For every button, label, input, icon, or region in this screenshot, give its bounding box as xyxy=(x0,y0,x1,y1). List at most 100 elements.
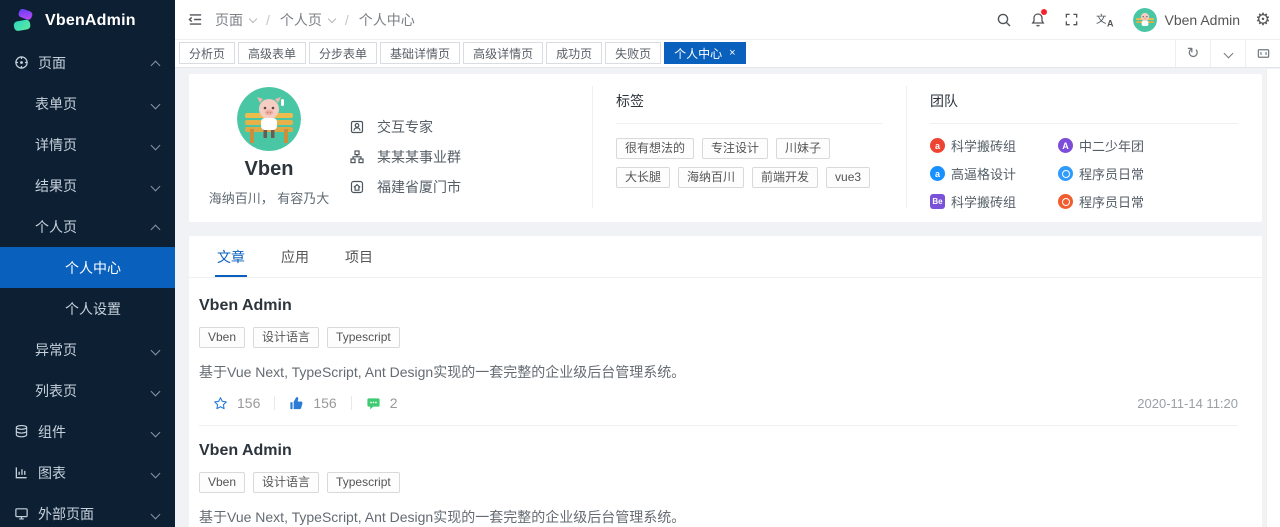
pages-icon xyxy=(14,55,29,70)
tab-success-page[interactable]: 成功页 xyxy=(546,42,603,64)
sidebar-item-external-pages[interactable]: 外部页面 xyxy=(0,493,175,527)
chevron-down-icon xyxy=(248,14,258,23)
tag-chip[interactable]: 大长腿 xyxy=(616,167,671,188)
tab-label: 失败页 xyxy=(615,46,652,61)
tab-step-form[interactable]: 分步表单 xyxy=(309,42,378,64)
comment-stat[interactable]: 2 xyxy=(366,395,398,411)
team-item[interactable]: a 高逼格设计 xyxy=(930,164,1058,183)
tag-chip[interactable]: 川妹子 xyxy=(776,138,831,159)
star-stat[interactable]: 156 xyxy=(213,395,260,411)
sidebar-item-personal-center[interactable]: 个人中心 xyxy=(0,247,175,288)
profile-detail-row: 交互专家 xyxy=(349,112,461,142)
team-item[interactable]: A 中二少年团 xyxy=(1058,136,1238,155)
team-badge-icon: A xyxy=(1058,138,1073,153)
tab-label: 基础详情页 xyxy=(390,46,451,61)
app-title: VbenAdmin xyxy=(45,12,136,29)
article-item: Vben Admin Vben 设计语言 Typescript 基于Vue Ne… xyxy=(189,278,1262,426)
user-menu[interactable]: Vben Admin xyxy=(1123,7,1247,32)
main-area: 页面 个人页 个人中心 xyxy=(175,0,1280,527)
search-button[interactable] xyxy=(987,0,1021,40)
sidebar-item-personal-page[interactable]: 个人页 xyxy=(0,206,175,247)
tab-advanced-detail[interactable]: 高级详情页 xyxy=(463,42,544,64)
tab-articles[interactable]: 文章 xyxy=(215,236,247,277)
content-scrollbar[interactable] xyxy=(1266,69,1280,527)
team-item[interactable]: a 科学搬砖组 xyxy=(930,136,1058,155)
vben-logo-icon xyxy=(12,8,37,34)
article-title[interactable]: Vben Admin xyxy=(199,426,1238,460)
sidebar-item-exception-page[interactable]: 异常页 xyxy=(0,329,175,370)
teams-panel-title: 团队 xyxy=(930,91,1238,124)
breadcrumb-separator xyxy=(345,12,349,28)
chevron-down-icon xyxy=(150,509,161,520)
tag-chip[interactable]: Vben xyxy=(199,472,246,493)
refresh-tab-button[interactable]: ↻ xyxy=(1175,40,1210,67)
content-fullscreen-button[interactable] xyxy=(1245,40,1280,67)
article-description: 基于Vue Next, TypeScript, Ant Design实现的一套完… xyxy=(199,364,686,380)
tag-chip[interactable]: vue3 xyxy=(826,167,871,188)
sidebar-item-detail-page[interactable]: 详情页 xyxy=(0,124,175,165)
sidebar-item-personal-settings[interactable]: 个人设置 xyxy=(0,288,175,329)
tab-label: 成功页 xyxy=(556,46,593,61)
team-name: 程序员日常 xyxy=(1079,195,1145,210)
sidebar-item-label: 详情页 xyxy=(35,136,77,153)
tab-basic-detail[interactable]: 基础详情页 xyxy=(380,42,461,64)
breadcrumb-label: 页面 xyxy=(215,11,243,28)
article-tags: Vben 设计语言 Typescript xyxy=(199,327,1238,348)
sidebar-item-form-page[interactable]: 表单页 xyxy=(0,83,175,124)
sidebar-fold-button[interactable] xyxy=(175,0,215,40)
tab-close-icon[interactable] xyxy=(729,47,735,59)
sidebar-item-result-page[interactable]: 结果页 xyxy=(0,165,175,206)
breadcrumb-item-pages[interactable]: 页面 xyxy=(215,10,266,30)
chevron-down-icon xyxy=(150,427,161,438)
notifications-button[interactable] xyxy=(1021,0,1055,40)
team-name: 科学搬砖组 xyxy=(951,139,1017,154)
fullscreen-button[interactable] xyxy=(1055,0,1089,40)
sidebar-item-components[interactable]: 组件 xyxy=(0,411,175,452)
tag-chip[interactable]: 很有想法的 xyxy=(616,138,695,159)
like-stat[interactable]: 156 xyxy=(289,395,337,411)
tag-chip[interactable]: Vben xyxy=(199,327,246,348)
tag-chip[interactable]: Typescript xyxy=(327,472,400,493)
refresh-icon: ↻ xyxy=(1186,45,1200,62)
gear-icon: ⚙ xyxy=(1255,10,1271,29)
article-title[interactable]: Vben Admin xyxy=(199,278,1238,315)
teams-panel: 团队 a 科学搬砖组 A 中二少年团 a 高逼格设计 程序员日常 Be 科学搬砖… xyxy=(906,74,1262,222)
team-item[interactable]: 程序员日常 xyxy=(1058,192,1238,211)
tag-chip[interactable]: 设计语言 xyxy=(253,472,320,493)
team-item[interactable]: Be 科学搬砖组 xyxy=(930,192,1058,211)
breadcrumb-label: 个人页 xyxy=(279,11,322,28)
tags-list: 很有想法的 专注设计 川妹子 大长腿 海纳百川 前端开发 vue3 xyxy=(616,138,882,188)
search-icon xyxy=(996,12,1012,28)
team-item[interactable]: 程序员日常 xyxy=(1058,164,1238,183)
tag-chip[interactable]: 海纳百川 xyxy=(678,167,745,188)
translate-icon: 文A xyxy=(1096,12,1115,28)
tab-analysis[interactable]: 分析页 xyxy=(179,42,236,64)
tab-advanced-form[interactable]: 高级表单 xyxy=(238,42,307,64)
tab-applications[interactable]: 应用 xyxy=(279,236,311,277)
tag-chip[interactable]: 前端开发 xyxy=(752,167,819,188)
language-button[interactable]: 文A xyxy=(1089,0,1123,40)
sidebar-item-charts[interactable]: 图表 xyxy=(0,452,175,493)
tab-fail-page[interactable]: 失败页 xyxy=(605,42,662,64)
team-badge-icon xyxy=(1058,166,1073,181)
tag-chip[interactable]: 专注设计 xyxy=(702,138,769,159)
settings-button[interactable]: ⚙ xyxy=(1246,0,1280,40)
tab-label: 分析页 xyxy=(189,46,226,61)
article-item: Vben Admin Vben 设计语言 Typescript 基于Vue Ne… xyxy=(189,426,1262,527)
breadcrumb-item-personal[interactable]: 个人页 xyxy=(280,10,345,30)
sidebar-item-label: 个人页 xyxy=(35,218,77,235)
article-tags: Vben 设计语言 Typescript xyxy=(199,472,1238,493)
sidebar-item-list-page[interactable]: 列表页 xyxy=(0,370,175,411)
team-badge-icon: a xyxy=(930,138,945,153)
sidebar-item-pages[interactable]: 页面 xyxy=(0,42,175,83)
tag-chip[interactable]: Typescript xyxy=(327,327,400,348)
article-footer: 156 156 2 2020-11-14 11:20 xyxy=(199,395,1238,411)
sidebar-item-label: 结果页 xyxy=(35,177,77,194)
app-logo[interactable]: VbenAdmin xyxy=(0,0,175,42)
tab-projects[interactable]: 项目 xyxy=(343,236,375,277)
chevron-down-icon xyxy=(150,345,161,356)
tab-options-button[interactable] xyxy=(1210,40,1245,67)
tag-chip[interactable]: 设计语言 xyxy=(253,327,320,348)
sidebar-item-label: 个人设置 xyxy=(65,300,121,317)
tab-personal-center[interactable]: 个人中心 xyxy=(664,42,746,64)
